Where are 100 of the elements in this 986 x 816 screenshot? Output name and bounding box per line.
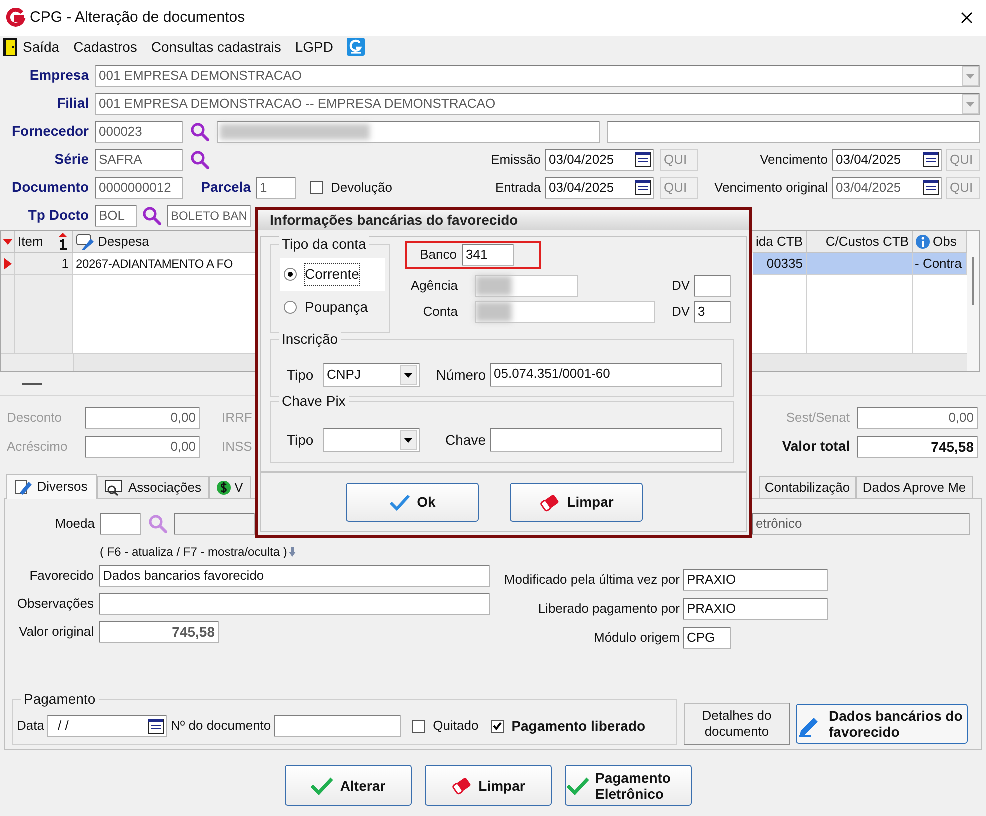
- tab[interactable]: Associações: [97, 476, 209, 498]
- pencil-icon: [15, 479, 34, 495]
- row-pointer-icon: [4, 258, 12, 270]
- monitor-magnifier-icon: [104, 480, 124, 496]
- field-label: INSS: [222, 438, 254, 456]
- field-label: Série: [54, 150, 89, 169]
- field-label: Favorecido: [28, 567, 94, 586]
- field-label: Data: [17, 717, 46, 736]
- action-button[interactable]: Ok: [346, 483, 479, 522]
- group-legend: Tipo da conta: [279, 235, 370, 253]
- text-field[interactable]: [174, 513, 255, 535]
- search-icon[interactable]: [190, 122, 210, 142]
- menu-item[interactable]: Consultas cadastrais: [151, 36, 282, 58]
- dropdown-field[interactable]: CNPJ: [323, 363, 420, 387]
- dropdown-field[interactable]: [323, 428, 420, 452]
- down-arrow-icon: [289, 547, 296, 557]
- weekday-field: QUI: [660, 176, 698, 198]
- menu-item[interactable]: LGPD: [295, 36, 334, 58]
- vertical-scrollbar[interactable]: [967, 231, 979, 371]
- tab[interactable]: Contabilização: [759, 476, 856, 498]
- text-field[interactable]: 0,00: [85, 436, 200, 458]
- text-field[interactable]: [274, 715, 402, 737]
- text-field[interactable]: 745,58: [99, 621, 219, 643]
- field-label: Número: [435, 366, 486, 384]
- app-logo-icon: [6, 8, 26, 28]
- tab[interactable]: V: [209, 476, 251, 498]
- text-field[interactable]: 0,00: [85, 406, 200, 428]
- text-field[interactable]: 745,58: [857, 436, 978, 458]
- calendar-icon[interactable]: [634, 179, 652, 196]
- field-label: Vencimento: [759, 150, 828, 169]
- text-field[interactable]: 0,00: [857, 406, 978, 428]
- text-field[interactable]: [694, 274, 731, 296]
- text-field[interactable]: [100, 513, 141, 535]
- tab[interactable]: Dados Aprove Me: [856, 476, 973, 498]
- tab[interactable]: Diversos: [6, 474, 97, 499]
- text-field[interactable]: 3: [694, 300, 731, 322]
- close-icon[interactable]: [961, 12, 973, 24]
- radio-button[interactable]: Poupança: [280, 291, 385, 324]
- field-label: Parcela: [200, 178, 251, 197]
- text-field[interactable]: [490, 428, 722, 452]
- checkbox[interactable]: Devolução: [310, 178, 392, 198]
- dollar-icon: [216, 480, 231, 496]
- calendar-icon[interactable]: [634, 151, 652, 168]
- date-field[interactable]: 03/04/2025: [545, 176, 654, 198]
- exit-door-icon[interactable]: [3, 37, 17, 57]
- field-label: Empresa: [28, 66, 89, 85]
- table-cell: 00335: [753, 253, 807, 275]
- field-label: Vencimento original: [714, 178, 828, 197]
- field-label: DV: [672, 302, 690, 321]
- text-field[interactable]: 05.074.351/0001-60: [490, 363, 722, 387]
- field-label: Liberado pagamento por: [537, 600, 680, 618]
- column-header[interactable]: C/Custos CTB: [807, 231, 913, 253]
- field-label: Entrada: [494, 178, 541, 197]
- column-header[interactable]: Despesa: [73, 231, 256, 253]
- field-label: Desconto: [7, 408, 63, 427]
- calendar-icon[interactable]: [147, 718, 165, 734]
- text-field[interactable]: Dados bancarios favorecido: [99, 565, 490, 587]
- checkmark-icon: [492, 720, 503, 732]
- text-field[interactable]: [475, 300, 655, 322]
- action-button[interactable]: Limpar: [510, 483, 643, 522]
- calendar-icon[interactable]: [922, 151, 940, 168]
- app-logo-icon[interactable]: [347, 38, 366, 56]
- text-field[interactable]: [475, 274, 578, 296]
- text-field[interactable]: etrônico: [752, 513, 970, 535]
- search-icon[interactable]: [190, 150, 210, 170]
- action-button[interactable]: Dados bancários do favorecido: [796, 704, 968, 744]
- date-field[interactable]: 03/04/2025: [545, 148, 654, 170]
- action-button[interactable]: Pagamento Eletrônico: [564, 765, 692, 806]
- action-button[interactable]: Alterar: [284, 765, 412, 806]
- weekday-field: QUI: [660, 148, 698, 170]
- weekday-field: QUI: [946, 176, 980, 198]
- text-field[interactable]: PRAXIO: [683, 598, 828, 620]
- field-label: Valor original: [18, 623, 94, 642]
- column-header[interactable]: ida CTB: [753, 231, 807, 253]
- date-field[interactable]: 03/04/2025: [832, 148, 942, 170]
- text-field[interactable]: 341: [462, 244, 514, 266]
- field-label: Conta: [422, 302, 458, 321]
- text-field[interactable]: PRAXIO: [683, 569, 828, 591]
- collapse-handle-icon[interactable]: [22, 382, 42, 384]
- action-button[interactable]: Limpar: [424, 765, 552, 806]
- field-label: IRRF: [222, 408, 254, 427]
- note-pencil-icon: [76, 232, 96, 250]
- group-legend: Inscrição: [279, 330, 342, 348]
- menu-item[interactable]: Saída: [23, 36, 60, 58]
- checkbox[interactable]: Pagamento liberado: [490, 716, 646, 736]
- menu-item[interactable]: Cadastros: [74, 36, 138, 58]
- text-field[interactable]: CPG: [683, 627, 731, 649]
- details-button[interactable]: Detalhes do documento: [684, 703, 790, 745]
- field-label: Emissão: [490, 150, 541, 169]
- window-title: CPG - Alteração de documentos: [30, 8, 246, 28]
- search-icon[interactable]: [142, 206, 162, 226]
- radio-button[interactable]: Corrente: [280, 258, 385, 291]
- column-header[interactable]: Obs: [913, 231, 967, 253]
- date-field[interactable]: / /: [47, 715, 167, 737]
- text-field[interactable]: [99, 593, 490, 615]
- search-icon[interactable]: [148, 514, 168, 534]
- field-label: Tipo: [287, 430, 315, 450]
- sort-down-icon[interactable]: [2, 238, 12, 246]
- column-header[interactable]: Item: [15, 231, 73, 253]
- checkbox[interactable]: Quitado: [412, 716, 479, 736]
